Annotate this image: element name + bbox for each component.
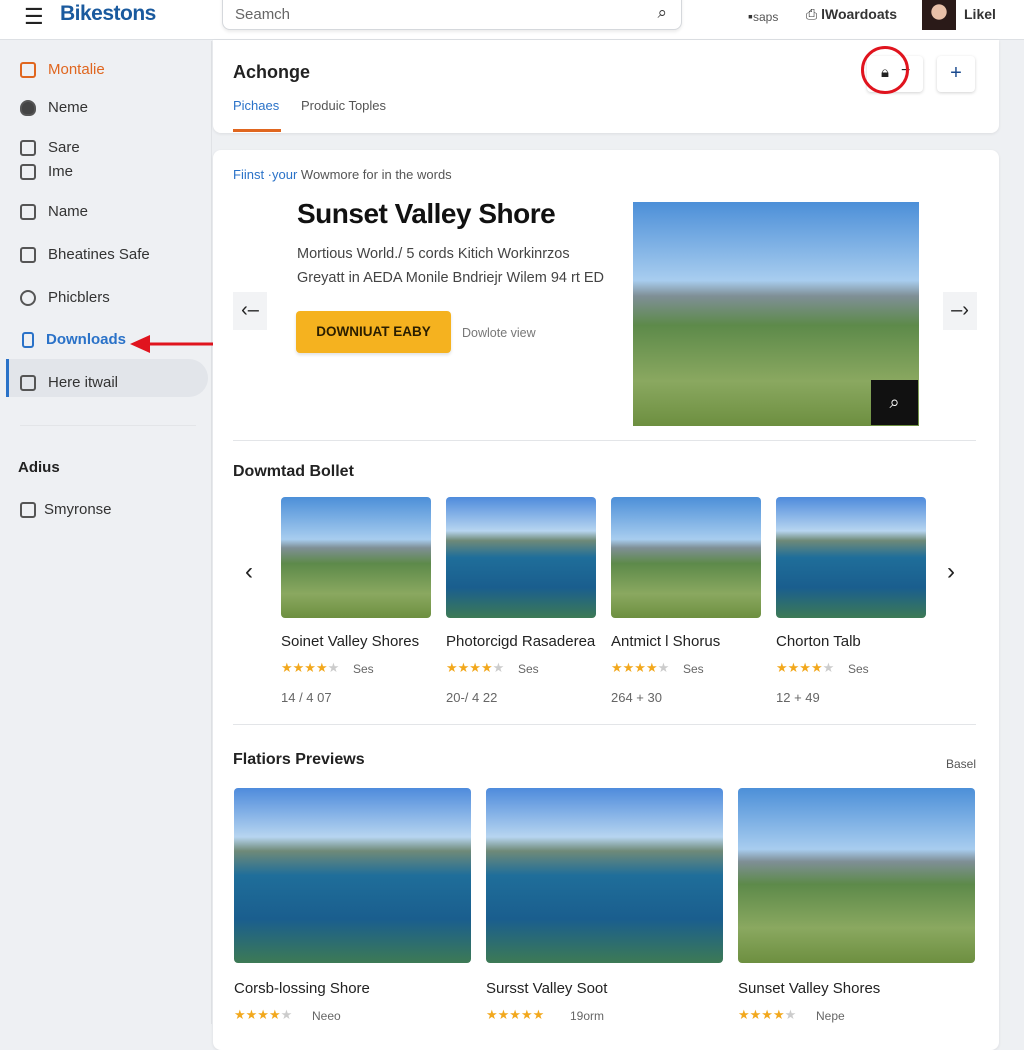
tab-produic-toples[interactable]: Produic Toples [301, 98, 386, 113]
hero-kicker: Fiinst ·your Wowmore for in the words [233, 167, 452, 182]
sidebar-item-bheatines-safe[interactable]: Bheatines Safe [20, 246, 150, 263]
preview-meta: Neeo [312, 1009, 341, 1023]
sidebar-item-smyronse[interactable]: Smyronse [20, 501, 112, 518]
sidebar-divider [20, 425, 196, 426]
search-icon[interactable]: ⌕ [657, 3, 667, 23]
chevron-right-icon[interactable]: › [947, 558, 955, 586]
carousel-item-meta: Ses [848, 662, 869, 676]
printer-icon [20, 246, 36, 263]
annotation-circle [861, 46, 909, 94]
downloads-header-button[interactable]: ⎙ lWoardoats [806, 6, 897, 23]
previews-title: Flatiors Previews [233, 751, 365, 768]
rating-stars: ★★★★★ [611, 660, 670, 675]
preview-image[interactable] [486, 788, 723, 963]
carousel-item-meta: Ses [353, 662, 374, 676]
download-cta-button[interactable]: DOWNIUAT EABY [296, 311, 451, 353]
power-icon [20, 289, 36, 306]
sidebar-item-ime[interactable]: Ime [20, 163, 73, 180]
carousel-item-title[interactable]: Soinet Valley Shores [281, 633, 419, 650]
sidebar: Montalie Neme Sare Ime Name Bheatines Sa… [0, 41, 238, 1024]
tab-pichaes[interactable]: Pichaes [233, 98, 279, 113]
carousel-item-meta: Ses [683, 662, 704, 676]
previews-link[interactable]: Basel [946, 757, 976, 771]
carousel-item-image[interactable] [776, 497, 926, 618]
monitor-icon [20, 374, 36, 391]
add-button[interactable]: + [937, 56, 975, 92]
divider [233, 440, 976, 441]
preview-meta: Nepe [816, 1009, 845, 1023]
carousel-item-image[interactable] [446, 497, 596, 618]
carousel-title: Dowmtad Bollet [233, 463, 354, 480]
carousel-item-meta: Ses [518, 662, 539, 676]
page-header-card: Achonge Pichaes Produic Toples 🔒︎ − + [213, 40, 999, 133]
active-tab-indicator [233, 129, 281, 132]
tag-icon [20, 163, 36, 180]
user-name[interactable]: Likel [964, 6, 996, 22]
carousel-item-title[interactable]: Photorcigd Rasaderea [446, 633, 595, 650]
sidebar-item-here-itwail[interactable]: Here itwail [20, 374, 118, 391]
sidebar-item-sare[interactable]: Sare [20, 139, 80, 156]
calendar-icon [20, 61, 36, 78]
preview-title[interactable]: Sunset Valley Shores [738, 980, 880, 997]
preview-image[interactable] [738, 788, 975, 963]
carousel-item-image[interactable] [611, 497, 761, 618]
brand-logo[interactable]: Bikestons [60, 2, 156, 26]
rating-stars: ★★★★★ [486, 1007, 545, 1022]
grid-icon [20, 139, 36, 156]
rating-stars: ★★★★★ [776, 660, 835, 675]
rating-stars: ★★★★★ [446, 660, 505, 675]
preview-meta: 19orm [570, 1009, 605, 1023]
search-input[interactable]: Seamch ⌕ [222, 0, 682, 30]
rating-stars: ★★★★★ [738, 1007, 797, 1022]
carousel-item-stats: 20-/ 4 22 [446, 690, 498, 705]
hero-prev-button[interactable]: ‹– [233, 292, 267, 330]
avatar[interactable] [922, 0, 956, 30]
rating-stars: ★★★★★ [281, 660, 340, 675]
chevron-left-icon[interactable]: ‹ [245, 558, 253, 586]
carousel-item-stats: 14 / 4 07 [281, 690, 332, 705]
file-icon [22, 331, 34, 348]
hero-desc-line2: Greyatt in AEDA Monile Bndriejr Wilem 94… [297, 270, 605, 286]
hero-next-button[interactable]: –› [943, 292, 977, 330]
hero-title: Sunset Valley Shore [297, 198, 556, 229]
preview-image[interactable] [234, 788, 471, 963]
apps-button[interactable]: ▪saps [748, 8, 778, 24]
plus-icon: + [950, 62, 962, 84]
carousel-item-stats: 264 + 30 [611, 690, 662, 705]
preview-title[interactable]: Sursst Valley Soot [486, 980, 607, 997]
zoom-icon[interactable]: ⌕ [871, 380, 918, 425]
hero-desc-line1: Mortious World./ 5 cords Kitich Workinrz… [297, 246, 570, 262]
top-bar: ☰ Bikestons Seamch ⌕ ▪saps ⎙ lWoardoats … [0, 0, 1024, 40]
carousel-item-stats: 12 + 49 [776, 690, 820, 705]
inbox-icon [20, 203, 36, 220]
sidebar-item-montalie[interactable]: Montalie [20, 61, 105, 78]
download-view-link[interactable]: Dowlote view [462, 326, 536, 340]
sidebar-item-downloads[interactable]: Downloads [20, 331, 126, 348]
tv-icon [20, 501, 36, 518]
search-placeholder: Seamch [235, 6, 291, 23]
sidebar-item-name[interactable]: Name [20, 203, 88, 220]
sidebar-item-phicblers[interactable]: Phicblers [20, 289, 110, 306]
page-title: Achonge [233, 62, 311, 82]
inbox-icon: ⎙ [806, 6, 822, 22]
content-card: Fiinst ·your Wowmore for in the words ‹–… [213, 150, 999, 1050]
carousel-item-title[interactable]: Antmict l Shorus [611, 633, 720, 650]
shield-icon [20, 99, 36, 116]
sidebar-section-title: Adius [18, 459, 60, 476]
preview-title[interactable]: Corsb-lossing Shore [234, 980, 370, 997]
arrow-left-icon: ‹– [241, 299, 259, 321]
hamburger-menu-icon[interactable]: ☰ [24, 4, 44, 30]
arrow-right-icon: –› [951, 299, 969, 321]
carousel-item-title[interactable]: Chorton Talb [776, 633, 861, 650]
rating-stars: ★★★★★ [234, 1007, 293, 1022]
carousel-item-image[interactable] [281, 497, 431, 618]
divider [233, 724, 976, 725]
sidebar-item-neme[interactable]: Neme [20, 99, 88, 116]
